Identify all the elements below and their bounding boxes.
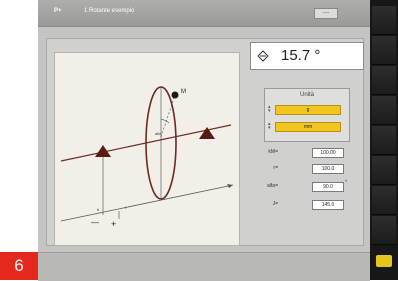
field-input-alfa[interactable]: 90.0: [312, 182, 344, 192]
angle-value: 15.7 °: [281, 47, 321, 64]
title-bar: P+ 1 Rotante esempio ----: [38, 0, 370, 27]
mass-label: M: [181, 89, 186, 95]
confirm-softkey[interactable]: [376, 255, 392, 267]
softkey-2[interactable]: [372, 36, 396, 65]
angle-icon: [257, 50, 269, 62]
selector2-spinner-icon[interactable]: ▴ ▾: [268, 122, 272, 131]
field-input-r[interactable]: 100.0: [312, 164, 344, 174]
field-input-km[interactable]: 100.00: [312, 148, 344, 158]
field-label-km: kM=: [268, 149, 278, 155]
angle-arc: [160, 118, 170, 124]
machine-screen: P+ 1 Rotante esempio ---- M alfa b f — +…: [38, 0, 370, 281]
tick-b: b: [97, 207, 100, 212]
bottom-status-bar: [38, 252, 370, 281]
softkey-8[interactable]: [372, 216, 396, 245]
softkey-5[interactable]: [372, 126, 396, 155]
page-margin: [0, 0, 38, 280]
selector1-spinner-icon[interactable]: ▴ ▾: [268, 105, 272, 114]
minus-sign: —: [91, 218, 99, 227]
field-label-r: r=: [273, 165, 278, 171]
status-indicator: ----: [314, 8, 338, 19]
mass-point: [171, 91, 179, 99]
diagram-svg: M alfa b f — +: [60, 86, 234, 229]
field-label-j: J=: [272, 201, 278, 207]
field-label-alfa: alfa=: [267, 183, 278, 189]
softkey-1[interactable]: [372, 6, 396, 35]
balancing-diagram: M alfa b f — +: [54, 52, 240, 246]
units-label: Unità: [299, 92, 314, 98]
softkey-3[interactable]: [372, 66, 396, 95]
base-axis: [60, 184, 234, 222]
units-panel: Unità ▴ ▾ g ▴ ▾ mm: [264, 88, 350, 142]
program-indicator: P+: [54, 8, 62, 14]
plus-sign: +: [111, 219, 116, 229]
angle-display: 15.7 °: [250, 42, 364, 70]
softkey-column: [370, 0, 398, 280]
figure-number-badge: 6: [0, 252, 38, 280]
angle-label: alfa: [155, 131, 162, 136]
radius-line: [160, 94, 176, 138]
degree-unit: °: [345, 180, 348, 186]
softkey-4[interactable]: [372, 96, 396, 125]
unit-selector-length[interactable]: mm: [275, 122, 341, 132]
unit-selector-mass[interactable]: g: [275, 105, 341, 115]
field-input-j[interactable]: 145.0: [312, 200, 344, 210]
softkey-7[interactable]: [372, 186, 396, 215]
program-title: 1 Rotante esempio: [84, 8, 135, 14]
softkey-6[interactable]: [372, 156, 396, 185]
